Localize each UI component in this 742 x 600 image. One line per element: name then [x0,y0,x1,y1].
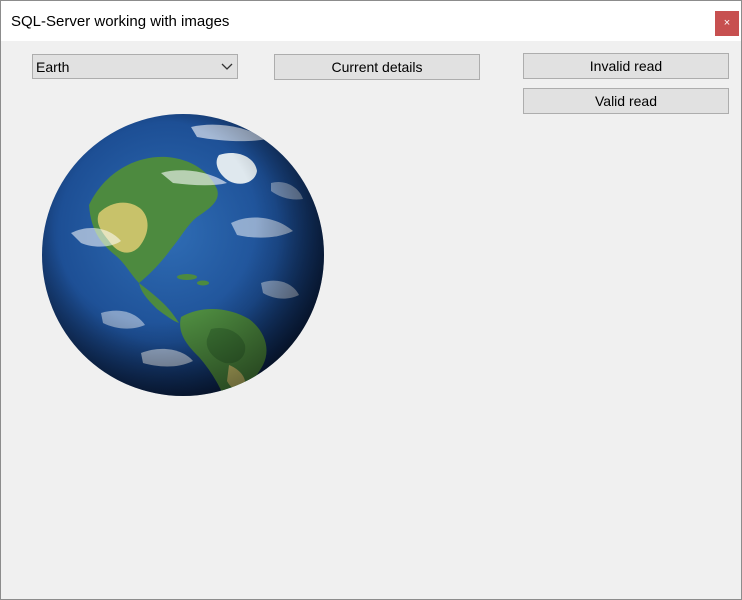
chevron-down-icon [221,63,233,70]
earth-image [42,114,324,396]
close-button[interactable]: × [715,11,739,36]
current-details-button[interactable]: Current details [274,54,480,80]
main-window: SQL-Server working with images × Earth C… [0,0,742,600]
planet-select[interactable]: Earth [32,54,238,79]
close-icon: × [723,17,731,29]
invalid-read-button[interactable]: Invalid read [523,53,729,79]
valid-read-button[interactable]: Valid read [523,88,729,114]
window-title: SQL-Server working with images [11,13,230,30]
planet-select-value: Earth [36,59,70,75]
title-bar: SQL-Server working with images × [1,1,741,41]
